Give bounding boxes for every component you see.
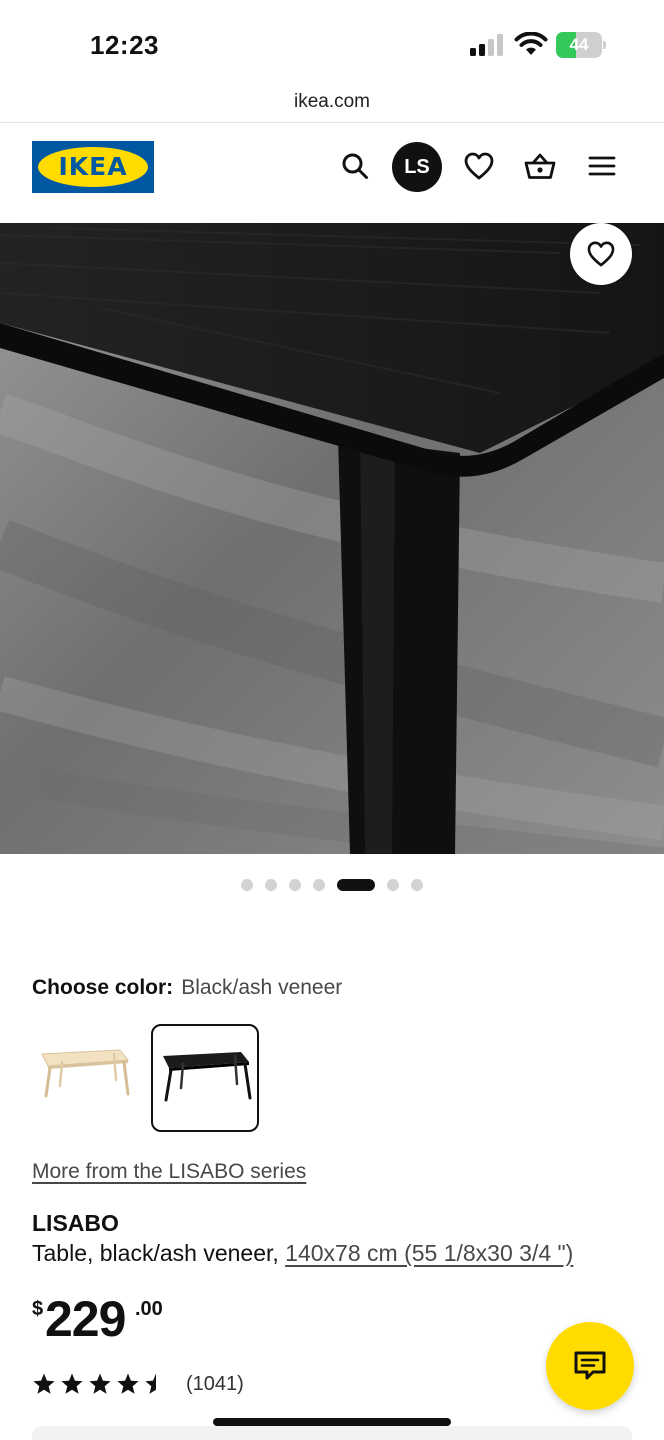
carousel-dot[interactable] <box>289 879 301 891</box>
color-swatch-black[interactable] <box>151 1024 259 1132</box>
product-description: Table, black/ash veneer, 140x78 cm (55 1… <box>32 1240 573 1267</box>
carousel-dot[interactable] <box>265 879 277 891</box>
product-type: Table, black/ash veneer, <box>32 1240 279 1266</box>
browser-url[interactable]: ikea.com <box>0 86 664 122</box>
favourites-button[interactable] <box>454 141 504 191</box>
table-photo <box>0 223 664 854</box>
star-icon <box>88 1372 112 1395</box>
menu-icon <box>588 156 616 176</box>
cart-button[interactable] <box>515 141 565 191</box>
product-image[interactable] <box>0 223 664 854</box>
logo-text: IKEA <box>58 152 128 181</box>
product-name: LISABO <box>32 1210 119 1236</box>
star-icon <box>60 1372 84 1395</box>
carousel-dot[interactable] <box>411 879 423 891</box>
carousel-dot[interactable] <box>313 879 325 891</box>
battery-level: 44 <box>569 35 589 54</box>
selected-color-value: Black/ash veneer <box>181 976 343 999</box>
search-button[interactable] <box>330 141 380 191</box>
chat-button[interactable] <box>546 1322 634 1410</box>
star-icon <box>32 1372 56 1395</box>
rating-stars <box>32 1372 172 1396</box>
carousel-dot[interactable] <box>387 879 399 891</box>
color-swatch-natural[interactable] <box>32 1024 140 1132</box>
carousel-dot[interactable] <box>337 879 375 891</box>
carousel-dots <box>0 878 664 892</box>
star-icon <box>116 1372 140 1395</box>
price-currency: $ <box>32 1298 44 1320</box>
ikea-logo[interactable]: IKEA <box>32 141 154 193</box>
price-integer: 229 <box>45 1291 126 1347</box>
status-bar: 12:23 44 <box>0 0 664 84</box>
dimensions-link[interactable]: 140x78 cm (55 1/8x30 3/4 ") <box>285 1240 573 1266</box>
chat-icon <box>574 1351 606 1380</box>
color-chooser-row: Choose color: Black/ash veneer <box>32 976 342 1000</box>
cellular-signal-icon <box>470 34 503 56</box>
home-indicator <box>213 1418 451 1426</box>
natural-table-thumbnail <box>41 1049 130 1098</box>
battery-indicator: 44 <box>556 32 606 58</box>
star-icon <box>144 1372 168 1395</box>
status-time: 12:23 <box>90 30 159 60</box>
review-count: (1041) <box>186 1372 244 1395</box>
product-rating[interactable]: (1041) <box>32 1370 244 1398</box>
site-header: IKEA LS <box>0 123 664 223</box>
wifi-icon <box>514 32 548 55</box>
menu-button[interactable] <box>577 141 627 191</box>
next-section-card <box>32 1426 632 1440</box>
price-decimals: .00 <box>135 1298 163 1320</box>
save-to-favourites-button[interactable] <box>570 223 632 285</box>
heart-icon <box>587 241 615 267</box>
basket-icon <box>524 153 556 179</box>
heart-icon <box>464 152 494 180</box>
search-icon <box>342 153 368 179</box>
series-link[interactable]: More from the LISABO series <box>32 1160 306 1184</box>
carousel-dot[interactable] <box>241 879 253 891</box>
account-avatar[interactable]: LS <box>392 142 442 192</box>
black-table-thumbnail <box>163 1052 252 1102</box>
color-chooser-label: Choose color: <box>32 976 174 999</box>
